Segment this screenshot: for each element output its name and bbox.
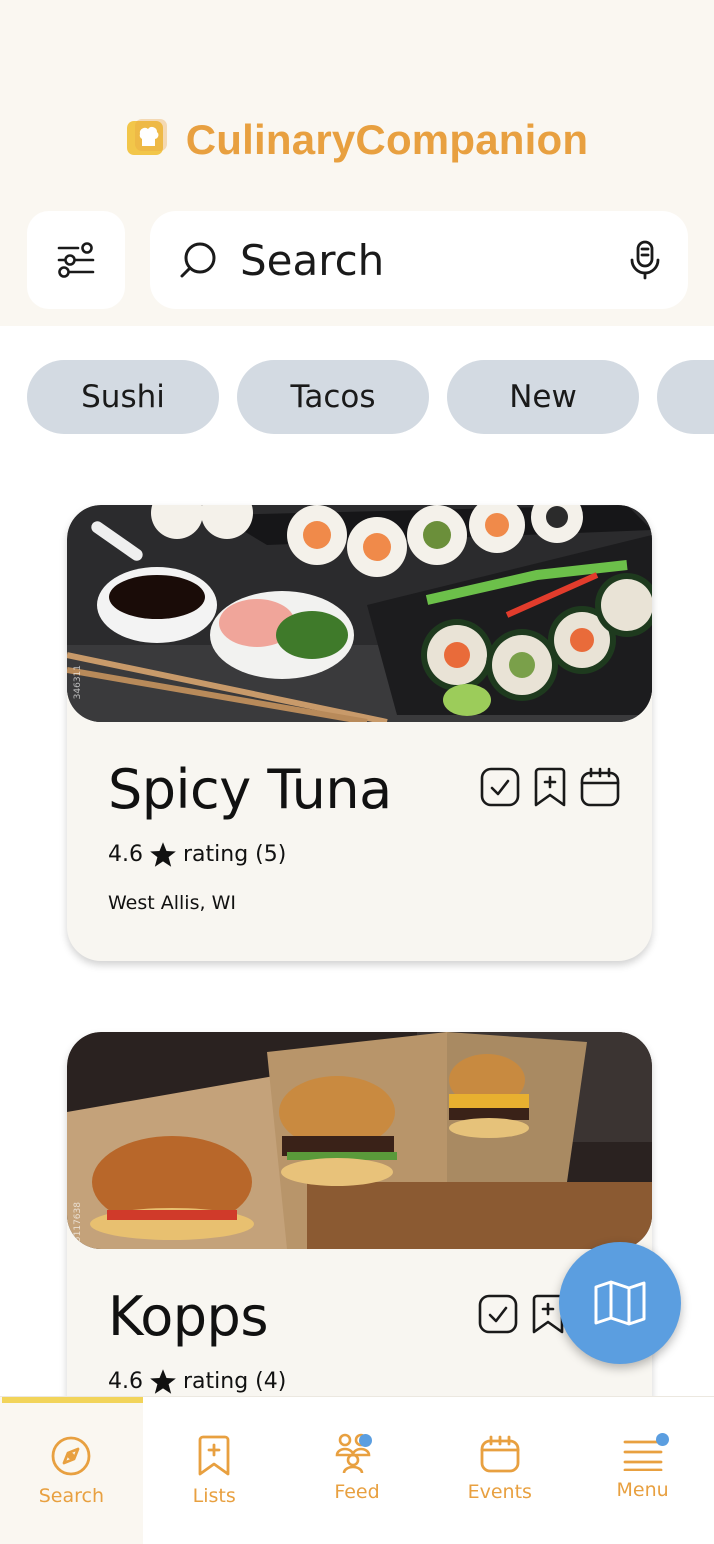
compass-icon	[51, 1436, 91, 1476]
restaurant-name: Kopps	[108, 1285, 268, 1348]
image-watermark: 346311	[73, 665, 83, 700]
bottom-nav: Search Lists Feed Events Menu	[0, 1396, 714, 1544]
hamburger-icon	[623, 1440, 662, 1471]
calendar-icon[interactable]	[580, 767, 620, 807]
rating-row: 4.6 rating (5)	[108, 841, 286, 868]
restaurant-card[interactable]: 5117638 Kopps 4.6 rating (4)	[67, 1032, 652, 1452]
chef-hat-logo-icon	[126, 118, 168, 162]
nav-events[interactable]: Events	[428, 1397, 571, 1544]
search-icon	[180, 242, 216, 278]
nav-feed[interactable]: Feed	[286, 1397, 429, 1544]
star-icon	[150, 1369, 176, 1394]
rating-label: rating (5)	[183, 842, 287, 867]
rating-value: 4.6	[108, 842, 143, 867]
map-fab-button[interactable]	[559, 1242, 681, 1364]
checkbox-visited-icon[interactable]	[478, 1294, 518, 1334]
chip-new[interactable]: New	[447, 360, 639, 434]
card-actions	[480, 767, 620, 807]
restaurant-location: West Allis, WI	[108, 892, 236, 914]
nav-menu[interactable]: Menu	[571, 1397, 714, 1544]
restaurant-photo-burgers: 5117638	[67, 1032, 652, 1249]
chip-tacos[interactable]: Tacos	[237, 360, 429, 434]
filter-button[interactable]	[27, 211, 125, 309]
search-bar[interactable]: Search	[150, 211, 688, 309]
nav-label: Lists	[192, 1485, 236, 1507]
nav-search[interactable]: Search	[0, 1397, 143, 1544]
nav-label: Menu	[616, 1479, 669, 1501]
nav-label: Events	[467, 1481, 532, 1503]
sliders-icon	[57, 242, 95, 278]
card-actions	[478, 1294, 566, 1334]
restaurant-card[interactable]: 346311 Spicy Tuna 4.6 rating (5) West Al…	[67, 505, 652, 961]
app-name: CulinaryCompanion	[185, 116, 589, 163]
rating-row: 4.6 rating (4)	[108, 1368, 286, 1395]
header: CulinaryCompanion Search	[0, 0, 714, 326]
people-icon	[335, 1433, 371, 1473]
map-icon	[594, 1280, 646, 1326]
restaurant-photo-sushi: 346311	[67, 505, 652, 722]
bookmark-plus-icon	[198, 1435, 230, 1476]
rating-value: 4.6	[108, 1369, 143, 1394]
brand: CulinaryCompanion	[0, 116, 714, 164]
search-input[interactable]: Search	[240, 236, 628, 285]
bookmark-plus-icon[interactable]	[532, 767, 568, 807]
star-icon	[150, 842, 176, 867]
restaurant-name: Spicy Tuna	[108, 758, 392, 821]
image-watermark: 5117638	[73, 1202, 83, 1243]
nav-label: Search	[38, 1485, 105, 1507]
notification-dot	[358, 1434, 372, 1447]
microphone-icon[interactable]	[628, 240, 662, 280]
chip-more[interactable]	[657, 360, 714, 434]
notification-dot	[656, 1433, 670, 1446]
calendar-icon	[480, 1435, 520, 1473]
nav-label: Feed	[334, 1481, 380, 1503]
rating-label: rating (4)	[183, 1369, 287, 1394]
nav-lists[interactable]: Lists	[143, 1397, 286, 1544]
chip-sushi[interactable]: Sushi	[27, 360, 219, 434]
category-chips: Sushi Tacos New	[27, 360, 714, 434]
checkbox-visited-icon[interactable]	[480, 767, 520, 807]
